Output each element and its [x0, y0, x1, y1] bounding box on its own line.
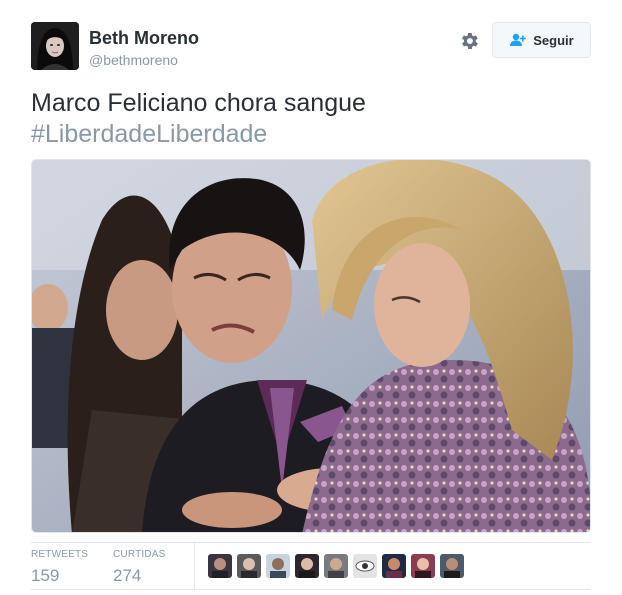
tweet-body: Marco Feliciano chora sangue	[31, 89, 366, 117]
author-handle[interactable]: @bethmoreno	[89, 52, 178, 68]
author-name[interactable]: Beth Moreno	[89, 28, 199, 49]
retweets-label: RETWEETS	[31, 549, 89, 560]
retweets-stat[interactable]: RETWEETS 159	[31, 549, 88, 586]
stats-divider	[194, 543, 195, 590]
retweets-count: 159	[31, 566, 60, 585]
tweet-hashtag[interactable]: #LiberdadeLiberdade	[31, 119, 591, 150]
liker-avatar[interactable]	[266, 554, 290, 578]
liker-avatar[interactable]	[440, 554, 464, 578]
user-avatar-image	[31, 22, 79, 70]
follow-button-label: Seguir	[533, 32, 574, 48]
likes-label: CURTIDAS	[113, 549, 166, 560]
follow-button[interactable]: Seguir	[492, 22, 591, 58]
liker-avatar[interactable]	[353, 554, 377, 578]
add-user-icon	[510, 33, 527, 46]
tweet-header: Beth Moreno @bethmoreno Seguir	[31, 22, 591, 72]
liker-avatars	[208, 554, 464, 578]
liker-avatar[interactable]	[295, 554, 319, 578]
liker-avatar[interactable]	[382, 554, 406, 578]
tweet-stats: RETWEETS 159 CURTIDAS 274	[31, 542, 591, 590]
liker-avatar[interactable]	[237, 554, 261, 578]
photo-image	[32, 160, 590, 532]
likes-count: 274	[113, 566, 142, 585]
likes-stat[interactable]: CURTIDAS 274	[113, 549, 166, 586]
liker-avatar[interactable]	[411, 554, 435, 578]
author-avatar[interactable]	[31, 22, 79, 70]
gear-icon[interactable]	[458, 30, 480, 52]
tweet-photo[interactable]	[31, 159, 591, 533]
tweet-text: Marco Feliciano chora sangue #LiberdadeL…	[31, 88, 591, 150]
liker-avatar[interactable]	[208, 554, 232, 578]
liker-avatar[interactable]	[324, 554, 348, 578]
